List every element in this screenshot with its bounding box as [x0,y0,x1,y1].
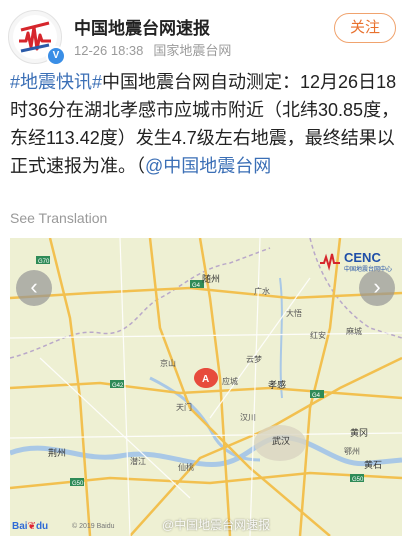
weibo-watermark: @中国地震台网速报 [162,518,271,532]
post-source: 国家地震台网 [153,43,232,58]
svg-text:A: A [202,374,209,385]
cenc-wave-icon [320,253,340,271]
post-header: V 中国地震台网速报 12-26 18:38 国家地震台网 关注 [0,0,412,66]
verified-badge-icon: V [46,46,66,66]
follow-button[interactable]: 关注 [334,13,396,43]
epicenter-marker[interactable]: A [194,368,218,388]
svg-text:潜江: 潜江 [130,456,146,466]
svg-text:G70: G70 [38,259,50,265]
post-time: 12-26 18:38 [74,43,144,58]
baidu-paw-icon: ❦ [27,521,36,532]
svg-text:京山: 京山 [160,358,176,368]
svg-text:红安: 红安 [310,330,326,340]
hashtag-link[interactable]: #地震快讯# [10,72,102,92]
svg-text:黄冈: 黄冈 [350,427,368,438]
svg-text:孝感: 孝感 [268,379,286,390]
svg-text:云梦: 云梦 [246,355,262,364]
account-name[interactable]: 中国地震台网速报 [74,14,210,39]
svg-text:武汉: 武汉 [272,435,290,446]
svg-text:广水: 广水 [254,286,270,296]
map-image[interactable]: G70 G4 G42 G4 G50 G50 随州 广水 大悟 红安 孝感 麻城 … [10,238,402,536]
map-copyright: © 2019 Baidu [72,523,115,530]
cenc-logo-text: CENC [344,250,381,265]
svg-text:G50: G50 [72,481,84,487]
cenc-map-logo: CENC 中国地震台网中心 [318,249,398,275]
post-content: #地震快讯#中国地震台网自动测定：12月26日18时36分在湖北孝感市应城市附近… [10,68,406,180]
svg-text:G42: G42 [112,383,124,389]
svg-text:仙桃: 仙桃 [178,462,194,472]
svg-text:大悟: 大悟 [286,308,302,318]
svg-text:G4: G4 [312,393,321,399]
svg-text:鄂州: 鄂州 [344,447,360,456]
svg-text:麻城: 麻城 [346,326,362,336]
svg-text:荆州: 荆州 [48,447,66,458]
previous-image-button[interactable]: ‹ [16,270,52,306]
baidu-logo: Bai❦du [12,521,49,532]
svg-text:黄石: 黄石 [364,459,382,470]
svg-text:应城: 应城 [222,376,238,386]
see-translation-link[interactable]: See Translation [10,210,107,226]
map-canvas: G70 G4 G42 G4 G50 G50 随州 广水 大悟 红安 孝感 麻城 … [10,238,402,536]
next-image-button[interactable]: › [359,270,395,306]
svg-text:随州: 随州 [202,273,220,284]
svg-text:汉川: 汉川 [240,413,256,422]
post-meta: 12-26 18:38 国家地震台网 [74,40,231,59]
mention-link[interactable]: @中国地震台网 [145,156,271,176]
svg-text:G4: G4 [192,283,201,289]
svg-text:G50: G50 [352,477,364,483]
svg-text:天门: 天门 [176,402,192,412]
